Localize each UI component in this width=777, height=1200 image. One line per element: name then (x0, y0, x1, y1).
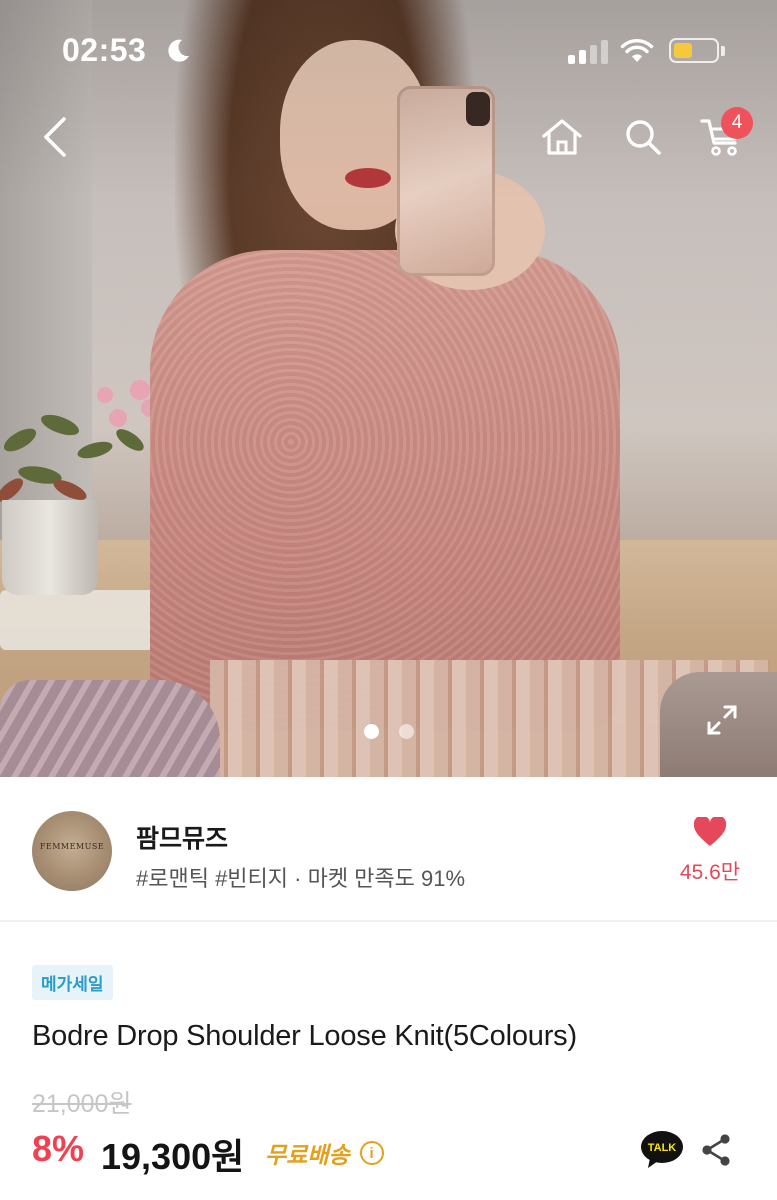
product-title: Bodre Drop Shoulder Loose Knit(5Colours) (32, 1020, 577, 1052)
expand-button[interactable] (702, 700, 742, 740)
battery-level (674, 43, 692, 58)
kakao-talk-button[interactable]: TALK (640, 1130, 684, 1170)
gallery-dot-1[interactable] (364, 724, 379, 739)
status-time: 02:53 (62, 32, 147, 68)
battery-nub (721, 46, 725, 56)
home-icon (542, 119, 582, 155)
expand-icon (707, 705, 737, 735)
cellular-signal-icon (568, 40, 608, 64)
search-button[interactable] (618, 112, 668, 162)
seller-name[interactable]: 팜므뮤즈 (136, 819, 228, 855)
photo-sneaker-left (0, 680, 220, 777)
like-button[interactable]: 45.6만 (672, 815, 748, 886)
original-price: 21,000원 (32, 1090, 132, 1118)
seller-row[interactable]: FEMMEMUSE 팜므뮤즈 #로맨틱 #빈티지 · 마켓 만족도 91% 45… (0, 777, 777, 922)
cart-count-badge: 4 (721, 107, 753, 139)
kakao-talk-label: TALK (648, 1142, 677, 1154)
share-button[interactable] (698, 1130, 734, 1170)
battery-icon (669, 38, 719, 63)
photo-sweater (150, 250, 620, 730)
search-icon (626, 120, 661, 155)
free-shipping[interactable]: 무료배송 i (265, 1136, 384, 1170)
home-button[interactable] (537, 112, 587, 162)
back-chevron-icon (44, 117, 66, 157)
avatar-logo-text: FEMMEMUSE (39, 842, 105, 851)
kakao-talk-icon: TALK (641, 1131, 683, 1168)
share-icon (702, 1134, 730, 1166)
sale-price: 19,300원 (101, 1136, 245, 1177)
seller-avatar[interactable]: FEMMEMUSE (32, 811, 112, 891)
heart-icon (693, 815, 727, 846)
seller-tags: #로맨틱 #빈티지 · 마켓 만족도 91% (136, 866, 466, 891)
wifi-icon (620, 39, 654, 62)
sale-badge: 메가세일 (32, 965, 113, 1000)
like-count: 45.6만 (679, 861, 741, 884)
back-button[interactable] (30, 112, 80, 162)
info-icon[interactable]: i (359, 1141, 384, 1165)
photo-pot (2, 500, 98, 595)
discount-rate: 8% (32, 1128, 85, 1169)
free-shipping-label: 무료배송 (265, 1142, 350, 1168)
gallery-dot-2[interactable] (399, 724, 414, 739)
photo-top-shade (0, 0, 777, 200)
moon-icon (168, 39, 189, 62)
gallery-pagination (364, 724, 414, 739)
